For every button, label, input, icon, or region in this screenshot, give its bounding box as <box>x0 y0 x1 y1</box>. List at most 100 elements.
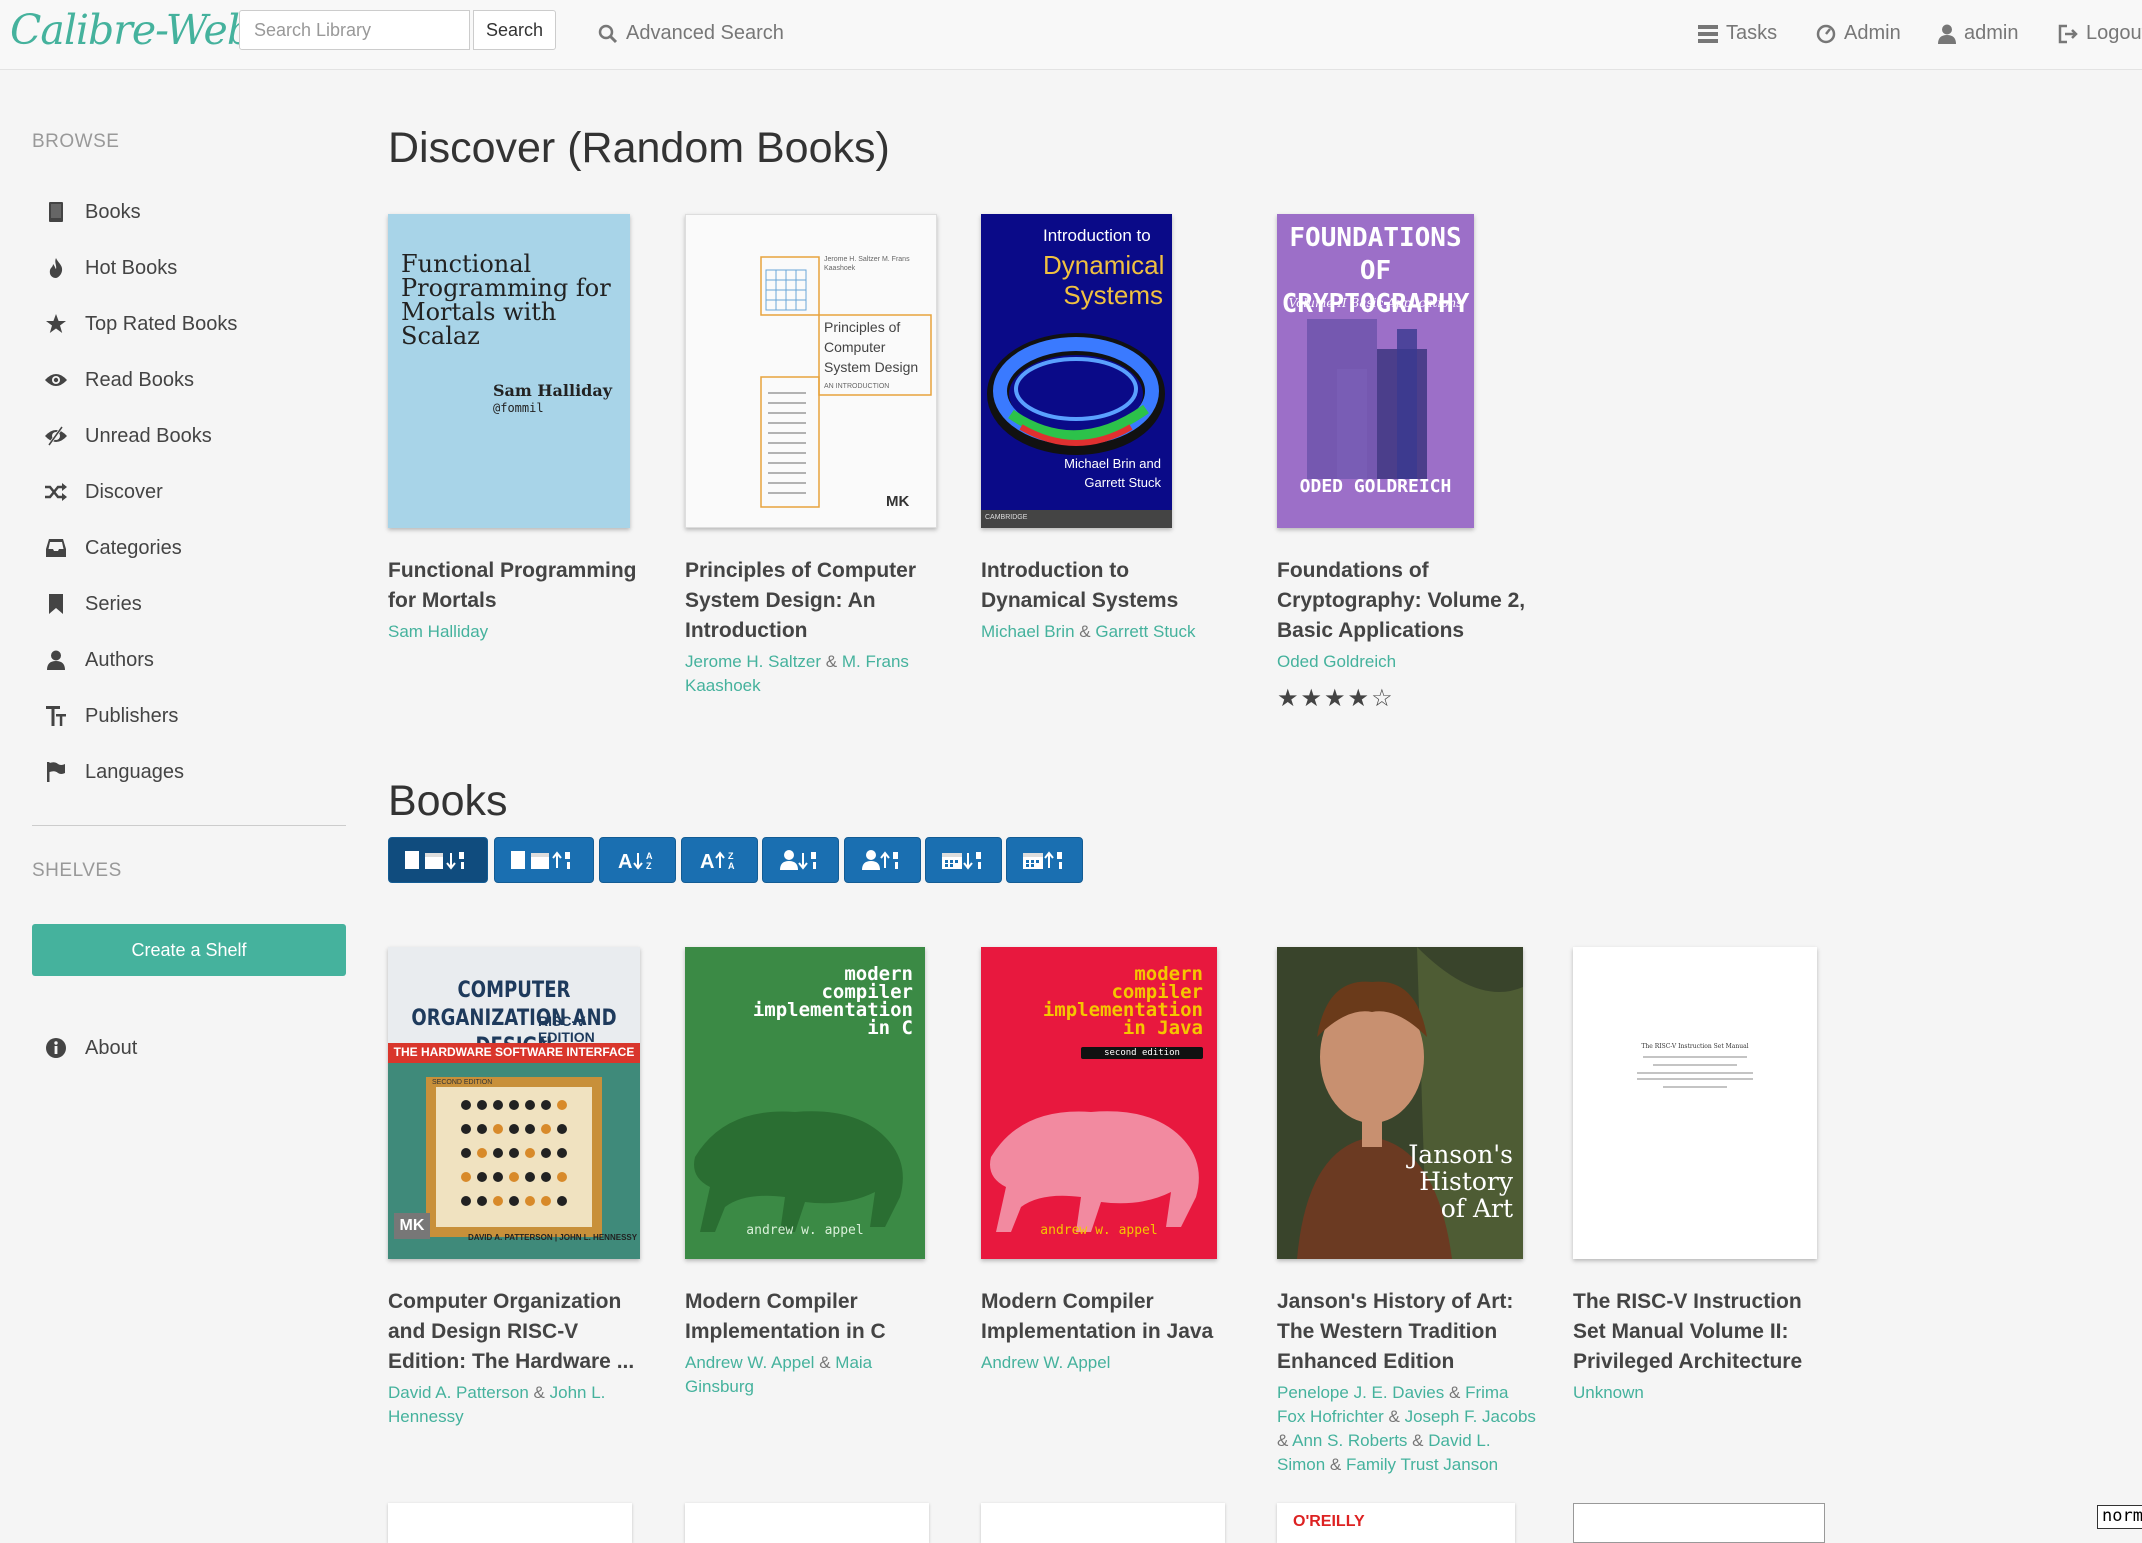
sidebar-item-read-books[interactable]: Read Books <box>44 360 194 400</box>
book-cover[interactable]: The RISC-V Instruction Set Manual <box>1573 947 1817 1259</box>
author-link[interactable]: David A. Patterson <box>388 1383 529 1402</box>
sidebar-item-series[interactable]: Series <box>44 584 142 624</box>
svg-text:A: A <box>618 851 632 871</box>
book-title[interactable]: The RISC-V Instruction Set Manual Volume … <box>1573 1287 1823 1377</box>
sidebar-item-label: Unread Books <box>85 424 212 447</box>
sidebar-item-categories[interactable]: Categories <box>44 528 182 568</box>
title-line: Dynamical Systems <box>981 589 1179 612</box>
author-link[interactable]: Family Trust Janson <box>1346 1455 1498 1474</box>
tasks-link[interactable]: Tasks <box>1698 22 1777 45</box>
cover-title: Dynamical Systems <box>1043 250 1165 310</box>
book-title[interactable]: Principles of Computer System Design: An I… <box>685 556 935 646</box>
advanced-search-link[interactable]: Advanced Search <box>598 22 784 45</box>
sidebar-item-label: Books <box>85 200 141 223</box>
browse-header: BROWSE <box>32 131 120 152</box>
sidebar-item-publishers[interactable]: Publishers <box>44 696 178 736</box>
title-line: for Mortals <box>388 589 497 612</box>
book-authors: Unknown <box>1573 1381 1823 1405</box>
book-cover[interactable] <box>981 1503 1225 1543</box>
book-title[interactable]: Computer Organization and Design RISC-V Ed… <box>388 1287 638 1377</box>
book-title[interactable]: Modern Compiler Implementation in Java <box>981 1287 1231 1347</box>
brand-logo[interactable]: Calibre-Web <box>10 6 253 54</box>
star-icon <box>44 313 68 335</box>
svg-text:A: A <box>646 851 653 861</box>
user-profile-link[interactable]: admin <box>1938 22 2018 45</box>
sidebar-item-unread-books[interactable]: Unread Books <box>44 416 212 456</box>
book-cover[interactable]: O'REILLY <box>1277 1503 1515 1543</box>
book-cover[interactable]: Functional Programming for Mortals with … <box>388 214 630 528</box>
author-link[interactable]: Andrew W. Appel <box>685 1353 814 1372</box>
book-authors: Michael Brin & Garrett Stuck <box>981 622 1196 641</box>
book-title[interactable]: Functional Programming for Mortals <box>388 556 638 616</box>
title-line: Principles of Computer <box>685 559 917 582</box>
book-cover[interactable]: Janson's History of Art <box>1277 947 1523 1259</box>
sidebar-item-books[interactable]: Books <box>44 192 141 232</box>
author-link[interactable]: Sam Halliday <box>388 622 488 641</box>
author-link[interactable]: Jerome H. Saltzer <box>685 652 821 671</box>
book-cover[interactable] <box>685 1503 929 1543</box>
title-line: Enhanced Edition <box>1277 1350 1455 1373</box>
text-size-icon <box>44 705 68 727</box>
sidebar-item-label: Series <box>85 592 142 615</box>
book-cover[interactable] <box>1573 1503 1825 1543</box>
publisher-logo: MK <box>394 1213 430 1239</box>
book-card[interactable]: Jerome H. Saltzer M. Frans Kaashoek Prin… <box>685 214 937 698</box>
user-label: admin <box>1964 22 2019 44</box>
book-card[interactable]: COMPUTER ORGANIZATION AND DESIGN RISC-V … <box>388 947 640 1429</box>
admin-link[interactable]: Admin <box>1816 22 1901 45</box>
title-line: Basic Applications <box>1277 619 1465 642</box>
advanced-search-label: Advanced Search <box>626 22 784 44</box>
sidebar-item-top-rated[interactable]: Top Rated Books <box>44 304 237 344</box>
book-cover[interactable]: modern compiler implementation in C andr… <box>685 947 925 1259</box>
sort-date-oldest-button[interactable] <box>494 837 594 883</box>
book-cover[interactable]: FOUNDATIONS OF CRYPTOGRAPHY Volume II Ba… <box>1277 214 1474 528</box>
sort-pubdate-newest-button[interactable] <box>925 837 1002 883</box>
star-filled-icon: ★ <box>1277 685 1301 712</box>
sidebar-item-hot-books[interactable]: Hot Books <box>44 248 177 288</box>
book-card[interactable]: Functional Programming for Mortals with … <box>388 214 638 644</box>
sort-title-za-button[interactable]: AZA <box>681 837 758 883</box>
search-input[interactable] <box>239 10 470 50</box>
title-line: Functional Programming <box>388 559 637 582</box>
create-shelf-button[interactable]: Create a Shelf <box>32 924 346 976</box>
author-link[interactable]: Joseph F. Jacobs <box>1405 1407 1536 1426</box>
book-card[interactable]: modern compiler implementation in C andr… <box>685 947 935 1399</box>
book-card[interactable]: FOUNDATIONS OF CRYPTOGRAPHY Volume II Ba… <box>1277 214 1527 713</box>
book-title[interactable]: Janson's History of Art: The Western Trad… <box>1277 1287 1537 1377</box>
author-link[interactable]: Michael Brin <box>981 622 1075 641</box>
author-link[interactable]: Unknown <box>1573 1383 1644 1402</box>
author-link[interactable]: Garrett Stuck <box>1095 622 1195 641</box>
sidebar-item-languages[interactable]: Languages <box>44 752 184 792</box>
book-title[interactable]: Modern Compiler Implementation in C <box>685 1287 935 1347</box>
author-link[interactable]: Penelope J. E. Davies <box>1277 1383 1444 1402</box>
book-cover[interactable]: modern compiler implementation in Java s… <box>981 947 1217 1259</box>
book-card[interactable]: The RISC-V Instruction Set Manual The RI… <box>1573 947 1823 1405</box>
logout-link[interactable]: Logout <box>2058 22 2142 45</box>
author-link[interactable]: Andrew W. Appel <box>981 1353 1110 1372</box>
sidebar-item-about[interactable]: About <box>44 1028 137 1068</box>
sort-pubdate-oldest-button[interactable] <box>1006 837 1083 883</box>
sidebar-item-label: Discover <box>85 480 163 503</box>
book-cover[interactable]: Jerome H. Saltzer M. Frans Kaashoek Prin… <box>685 214 937 528</box>
author-link[interactable]: Oded Goldreich <box>1277 652 1396 671</box>
sidebar-item-discover[interactable]: Discover <box>44 472 163 512</box>
book-cover[interactable]: COMPUTER ORGANIZATION AND DESIGN RISC-V … <box>388 947 640 1259</box>
dashboard-icon <box>1816 24 1836 44</box>
book-card[interactable]: modern compiler implementation in Java s… <box>981 947 1231 1375</box>
book-title[interactable]: Foundations of Cryptography: Volume 2, Bas… <box>1277 556 1527 646</box>
book-card[interactable]: Janson's History of Art Janson's History… <box>1277 947 1537 1477</box>
sort-icon <box>1021 849 1069 871</box>
sort-title-az-button[interactable]: AAZ <box>599 837 676 883</box>
search-button[interactable]: Search <box>473 10 556 50</box>
title-line: System Design: An <box>685 589 876 612</box>
book-title[interactable]: Introduction to Dynamical Systems <box>981 556 1231 616</box>
author-link[interactable]: Ann S. Roberts <box>1292 1431 1407 1450</box>
sort-date-newest-button[interactable] <box>388 837 488 883</box>
book-card[interactable]: Introduction to Dynamical Systems Michae… <box>981 214 1231 644</box>
book-cover[interactable] <box>388 1503 632 1543</box>
book-cover[interactable]: Introduction to Dynamical Systems Michae… <box>981 214 1172 528</box>
sidebar-item-authors[interactable]: Authors <box>44 640 154 680</box>
top-navbar: Calibre-Web Search Advanced Search Tasks… <box>0 0 2142 70</box>
sort-author-za-button[interactable] <box>844 837 921 883</box>
sort-author-az-button[interactable] <box>762 837 839 883</box>
